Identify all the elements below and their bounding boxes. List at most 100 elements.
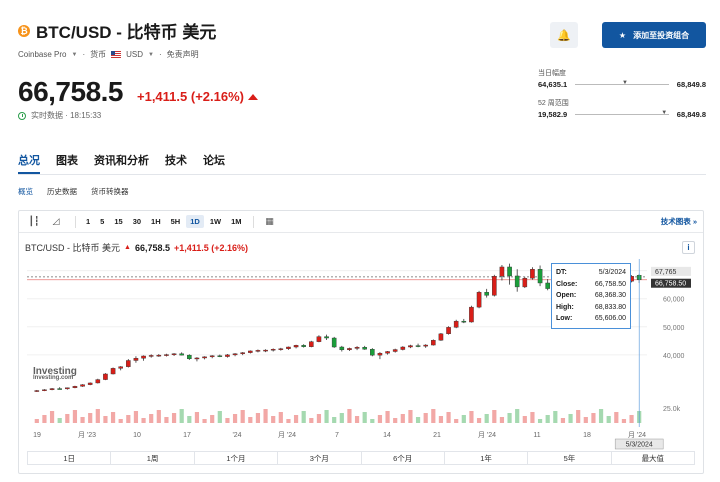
tabs-divider bbox=[18, 174, 706, 175]
tooltip-close-label: Close: bbox=[556, 280, 578, 288]
chart-panel: ┃┇ ◿ 1 5 15 30 1H 5H 1D 1W 1M ▦ 技术图表 » B… bbox=[18, 210, 704, 474]
bitcoin-icon: ₿ bbox=[18, 24, 30, 37]
volume-bar bbox=[324, 410, 329, 423]
candle-tooltip: DT: 5/3/2024 Close: 66,758.50 Open: 68,368.… bbox=[551, 263, 631, 329]
candle-body bbox=[530, 269, 535, 279]
volume-bar bbox=[95, 409, 100, 423]
candle-body bbox=[408, 345, 413, 348]
period-1w[interactable]: 1周 bbox=[111, 452, 195, 464]
period-selector: 1日 1周 1个月 3个月 6个月 1年 5年 最大值 bbox=[27, 451, 695, 465]
volume-bar bbox=[57, 418, 62, 423]
candle-body bbox=[49, 388, 55, 390]
volume-bar bbox=[499, 417, 505, 423]
interval-1h[interactable]: 1H bbox=[147, 215, 165, 228]
volume-bar bbox=[606, 416, 611, 423]
candle-body bbox=[507, 266, 512, 277]
x-axis-label: 17 bbox=[183, 432, 191, 439]
interval-1d[interactable]: 1D bbox=[186, 215, 204, 228]
calendar-icon[interactable]: ▦ bbox=[260, 215, 278, 229]
source-selector[interactable]: Coinbase Pro bbox=[18, 50, 66, 59]
volume-bar bbox=[484, 414, 489, 423]
volume-bar bbox=[370, 419, 375, 423]
candle-body bbox=[148, 355, 154, 357]
interval-1m[interactable]: 1M bbox=[227, 215, 245, 228]
period-3m[interactable]: 3个月 bbox=[278, 452, 362, 464]
candle-body bbox=[57, 388, 62, 390]
period-max[interactable]: 最大值 bbox=[612, 452, 694, 464]
candle-body bbox=[484, 292, 489, 296]
instrument-header: ₿ BTC/USD - 比特币 美元 Coinbase Pro ▼ · 货币 U… bbox=[18, 18, 706, 138]
period-6m[interactable]: 6个月 bbox=[362, 452, 445, 464]
active-tab-indicator bbox=[18, 172, 40, 174]
candle-body bbox=[225, 354, 230, 357]
x-axis-label: 19 bbox=[33, 432, 41, 439]
currency-selector[interactable]: USD bbox=[126, 50, 143, 59]
tooltip-low: 65,606.00 bbox=[594, 315, 626, 322]
volume-bar bbox=[438, 416, 444, 423]
volume-bar bbox=[316, 414, 322, 423]
period-1m[interactable]: 1个月 bbox=[195, 452, 279, 464]
add-to-portfolio-button[interactable]: ★ 添加至投资组合 bbox=[602, 22, 706, 48]
create-alert-button[interactable]: 🔔 bbox=[550, 22, 578, 48]
candle-body bbox=[118, 366, 123, 369]
candle-body bbox=[179, 353, 184, 356]
interval-15[interactable]: 15 bbox=[110, 215, 126, 228]
x-axis-label: 月 '24 bbox=[478, 431, 496, 439]
candle-body bbox=[347, 348, 352, 351]
volume-bar bbox=[621, 419, 627, 423]
volume-bar bbox=[118, 419, 123, 423]
tab-technical[interactable]: 技术 bbox=[165, 152, 187, 168]
interval-5h[interactable]: 5H bbox=[167, 215, 185, 228]
x-axis-label: 21 bbox=[433, 432, 441, 439]
tab-chart[interactable]: 图表 bbox=[56, 152, 78, 168]
candle-body bbox=[545, 282, 550, 289]
chevron-down-icon[interactable]: ▼ bbox=[71, 52, 77, 58]
info-icon[interactable]: i bbox=[682, 241, 695, 254]
period-5y[interactable]: 5年 bbox=[528, 452, 612, 464]
chart-title: BTC/USD - 比特币 美元 ▲ 66,758.5 +1,411.5 (+2… bbox=[25, 241, 248, 254]
candlestick-icon[interactable]: ┃┇ bbox=[25, 215, 43, 229]
tooltip-open-label: Open: bbox=[556, 292, 577, 299]
period-1y[interactable]: 1年 bbox=[445, 452, 529, 464]
volume-bar bbox=[232, 414, 238, 423]
candle-body bbox=[194, 357, 200, 360]
volume-bar bbox=[141, 418, 146, 423]
volume-bar bbox=[415, 417, 421, 423]
volume-bar bbox=[49, 411, 55, 423]
disclaimer-link[interactable]: 免责声明 bbox=[167, 49, 199, 60]
subtab-overview[interactable]: 概览 bbox=[18, 186, 33, 197]
add-to-portfolio-label: 添加至投资组合 bbox=[633, 30, 690, 40]
volume-bar bbox=[34, 419, 39, 423]
candle-body bbox=[415, 345, 421, 347]
candle-body bbox=[385, 351, 390, 354]
interval-1[interactable]: 1 bbox=[82, 215, 94, 228]
tab-overview[interactable]: 总况 bbox=[18, 152, 40, 168]
current-price: 66,758.5 bbox=[18, 76, 124, 107]
volume-bar bbox=[255, 413, 261, 423]
subtab-converter[interactable]: 货币转换器 bbox=[91, 186, 129, 197]
day-range-bar: ▼ bbox=[575, 80, 669, 86]
day-range-low: 64,635.1 bbox=[538, 80, 568, 89]
candle-body bbox=[95, 379, 101, 384]
technical-chart-link[interactable]: 技术图表 » bbox=[661, 216, 697, 227]
period-1d[interactable]: 1日 bbox=[28, 452, 112, 464]
area-chart-icon[interactable]: ◿ bbox=[47, 215, 65, 229]
tab-news[interactable]: 资讯和分析 bbox=[94, 152, 149, 168]
day-range-high: 68,849.8 bbox=[676, 80, 706, 89]
candle-body bbox=[316, 336, 322, 342]
chevron-down-icon[interactable]: ▼ bbox=[148, 52, 154, 58]
interval-5[interactable]: 5 bbox=[96, 215, 108, 228]
volume-bar bbox=[469, 411, 474, 423]
interval-1w[interactable]: 1W bbox=[206, 215, 225, 228]
subtab-history[interactable]: 历史数据 bbox=[47, 186, 77, 197]
volume-bar bbox=[530, 412, 535, 423]
candle-body bbox=[324, 336, 329, 339]
price-ranges: 当日幅度 64,635.1 ▼ 68,849.8 52 周范围 19,582.9… bbox=[538, 68, 706, 119]
interval-30[interactable]: 30 bbox=[129, 215, 145, 228]
tab-forum[interactable]: 论坛 bbox=[203, 152, 225, 168]
tooltip-close: 66,758.50 bbox=[594, 280, 626, 288]
volume-bar bbox=[583, 417, 588, 423]
volume-bar bbox=[194, 412, 200, 423]
week52-range-marker-icon: ▼ bbox=[661, 110, 668, 116]
bell-plus-icon: 🔔 bbox=[557, 29, 571, 42]
